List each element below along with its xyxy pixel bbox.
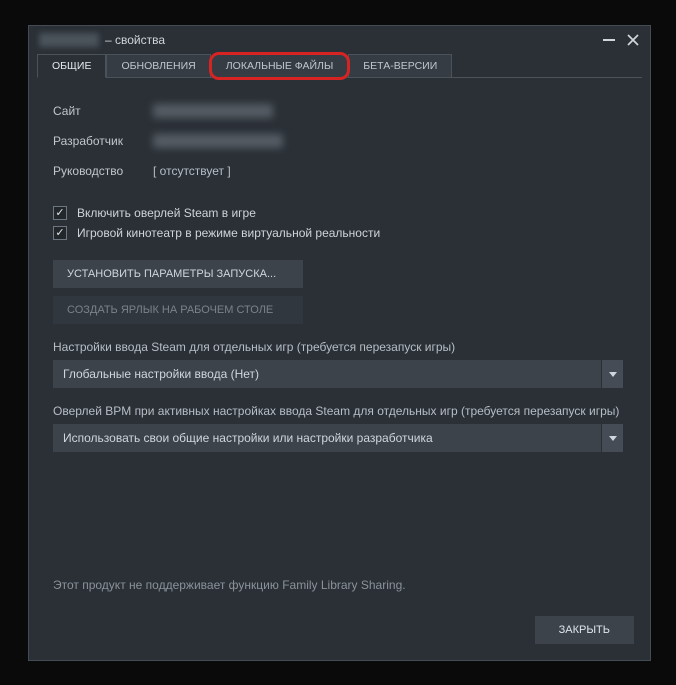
tab-updates[interactable]: ОБНОВЛЕНИЯ <box>106 54 210 78</box>
launch-options-button[interactable]: УСТАНОВИТЬ ПАРАМЕТРЫ ЗАПУСКА... <box>53 260 303 288</box>
close-window-button[interactable] <box>624 33 642 47</box>
titlebar: – свойства <box>29 26 650 54</box>
chevron-down-icon <box>601 360 623 388</box>
desktop-shortcut-button[interactable]: СОЗДАТЬ ЯРЛЫК НА РАБОЧЕМ СТОЛЕ <box>53 296 303 324</box>
input-settings-label: Настройки ввода Steam для отдельных игр … <box>53 340 626 354</box>
close-button[interactable]: ЗАКРЫТЬ <box>535 616 634 644</box>
checkbox-overlay-row: ✓ Включить оверлей Steam в игре <box>53 206 626 220</box>
manual-label: Руководство <box>53 164 153 178</box>
check-icon: ✓ <box>55 228 64 239</box>
checkbox-overlay[interactable]: ✓ <box>53 206 67 220</box>
bpm-overlay-dropdown[interactable]: Использовать свои общие настройки или на… <box>53 424 623 452</box>
chevron-down-icon <box>601 424 623 452</box>
field-manual: Руководство [ отсутствует ] <box>53 156 626 186</box>
tab-bar: ОБЩИЕ ОБНОВЛЕНИЯ ЛОКАЛЬНЫЕ ФАЙЛЫ БЕТА-ВЕ… <box>29 54 650 78</box>
checkbox-overlay-label: Включить оверлей Steam в игре <box>77 206 256 220</box>
field-site: Сайт <box>53 96 626 126</box>
input-settings-value: Глобальные настройки ввода (Нет) <box>53 360 601 388</box>
checkbox-vr-theater-row: ✓ Игровой кинотеатр в режиме виртуальной… <box>53 226 626 240</box>
game-title-redacted <box>39 33 99 47</box>
properties-window: – свойства ОБЩИЕ ОБНОВЛЕНИЯ ЛОКАЛЬНЫЕ ФА… <box>28 25 651 661</box>
tab-local-files[interactable]: ЛОКАЛЬНЫЕ ФАЙЛЫ <box>211 54 348 78</box>
input-settings-dropdown[interactable]: Глобальные настройки ввода (Нет) <box>53 360 623 388</box>
site-label: Сайт <box>53 104 153 118</box>
title-suffix: – свойства <box>105 33 165 47</box>
checkbox-vr-theater-label: Игровой кинотеатр в режиме виртуальной р… <box>77 226 380 240</box>
site-value-redacted <box>153 104 273 118</box>
family-sharing-note: Этот продукт не поддерживает функцию Fam… <box>53 578 406 592</box>
tab-betas[interactable]: БЕТА-ВЕРСИИ <box>348 54 452 78</box>
bpm-overlay-value: Использовать свои общие настройки или на… <box>53 424 601 452</box>
manual-value: [ отсутствует ] <box>153 164 231 178</box>
checkbox-vr-theater[interactable]: ✓ <box>53 226 67 240</box>
check-icon: ✓ <box>55 208 64 219</box>
bpm-overlay-label: Оверлей BPM при активных настройках ввод… <box>53 404 626 418</box>
tab-general[interactable]: ОБЩИЕ <box>37 54 106 78</box>
tab-content: Сайт Разработчик Руководство [ отсутству… <box>29 78 650 464</box>
field-developer: Разработчик <box>53 126 626 156</box>
developer-label: Разработчик <box>53 134 153 148</box>
developer-value-redacted <box>153 134 283 148</box>
minimize-button[interactable] <box>600 33 618 47</box>
